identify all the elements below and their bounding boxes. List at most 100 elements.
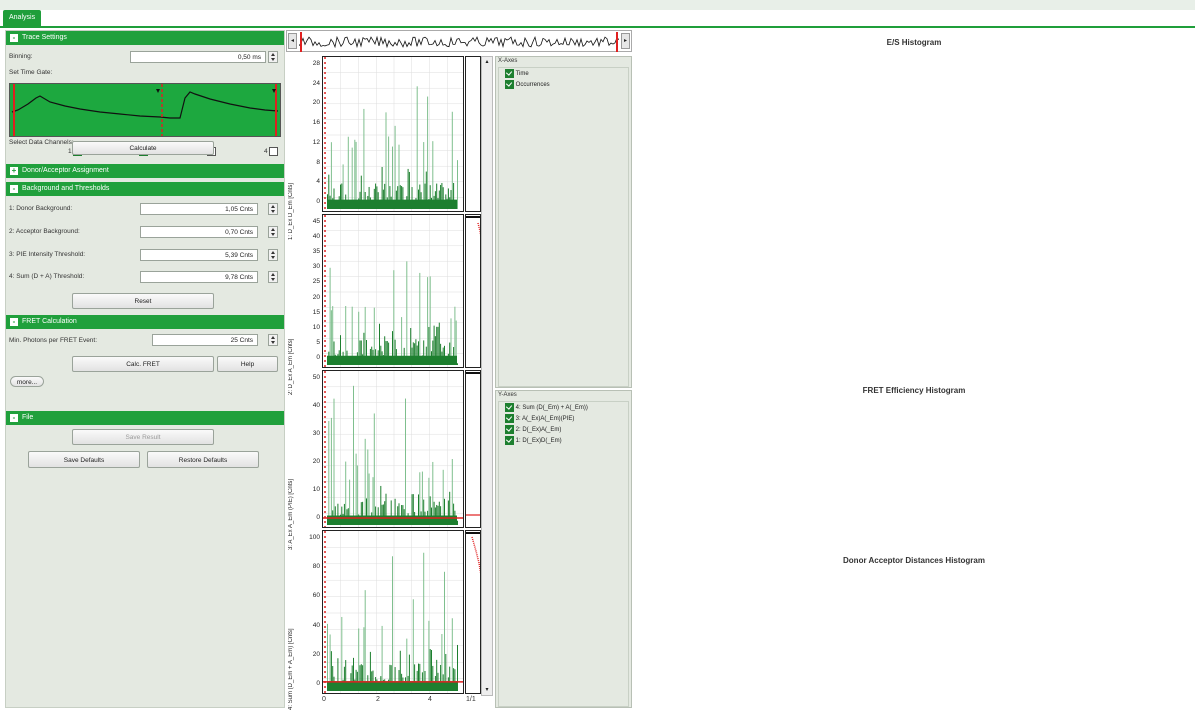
sum-threshold-spinner[interactable] <box>268 271 278 283</box>
acceptor-background-spinner[interactable] <box>268 226 278 238</box>
more-button[interactable]: more... <box>10 376 44 387</box>
y-axes-header: Y-Axes <box>498 392 517 398</box>
subplot-3-ylabel: 3: A_Ex A_Em (PIE) [Cnts] <box>288 478 294 550</box>
donor-background-label: 1: Donor Background: <box>9 205 73 212</box>
calc-fret-button[interactable]: Calc. FRET <box>72 356 214 372</box>
legend-scrollbar[interactable]: ▴ ▾ <box>481 56 493 696</box>
trace-bar <box>367 449 369 525</box>
save-defaults-button[interactable]: Save Defaults <box>28 451 140 468</box>
scroll-left-icon[interactable]: ◂ <box>288 33 297 49</box>
y-axis-donor[interactable]: 1: D(_Ex)D(_Em) <box>499 435 628 446</box>
donor-background-spinner[interactable] <box>268 203 278 215</box>
reset-button[interactable]: Reset <box>72 293 214 309</box>
background-thresholds-header[interactable]: - Background and Thresholds <box>6 182 284 196</box>
x-axis-time[interactable]: Time <box>499 68 628 79</box>
occurrence-plot-4[interactable] <box>465 530 481 694</box>
y-tick: 35 <box>312 248 320 256</box>
overview-trace <box>299 32 619 52</box>
scroll-up-icon[interactable]: ▴ <box>483 58 491 66</box>
collapse-icon[interactable]: - <box>10 414 18 422</box>
x-axes-panel: X-Axes Time Occurrences <box>495 56 632 388</box>
y-axis-pie[interactable]: 3: A(_Ex)A(_Em)(PIE) <box>499 413 628 424</box>
min-photons-field[interactable]: 25 Cnts <box>152 334 258 346</box>
sum-threshold-label: 4: Sum (D + A) Threshold: <box>9 273 85 280</box>
fret-calculation-header[interactable]: - FRET Calculation <box>6 315 284 329</box>
y-tick: 4 <box>316 178 320 186</box>
trace-bar <box>416 86 418 209</box>
occurrence-plot-1[interactable] <box>465 56 481 212</box>
collapse-icon[interactable]: - <box>10 318 18 326</box>
subplot-4-ylabel: 4: Sum (D_Em + A_Em) [Cnts] <box>288 628 294 710</box>
y-tick: 24 <box>312 79 320 87</box>
y-tick: 40 <box>312 621 320 629</box>
x-tick-4: 4 <box>428 696 432 703</box>
trace-bar <box>432 141 434 209</box>
pie-threshold-field[interactable]: 5,39 Cnts <box>140 249 258 261</box>
y-tick: 20 <box>312 99 320 107</box>
subplot-acceptor[interactable] <box>322 214 464 368</box>
subplot-sum[interactable] <box>322 530 464 694</box>
min-photons-spinner[interactable] <box>268 334 278 346</box>
sum-threshold-field[interactable]: 9,78 Cnts <box>140 271 258 283</box>
y-tick: 0 <box>316 514 320 521</box>
time-gate-trace[interactable] <box>9 83 281 137</box>
binning-spinner[interactable] <box>268 51 278 63</box>
y-axis-acceptor[interactable]: 2: D(_Ex)A(_Em) <box>499 424 628 435</box>
y-tick: 28 <box>312 60 320 67</box>
binning-field[interactable]: 0,50 ms <box>130 51 266 63</box>
trace-bar <box>327 623 328 691</box>
acceptor-checkbox[interactable] <box>505 425 514 434</box>
trace-bar <box>427 96 429 209</box>
trace-bars <box>323 215 463 367</box>
pie-checkbox[interactable] <box>505 414 514 423</box>
trace-bar <box>394 125 396 209</box>
subplot-donor[interactable] <box>322 56 464 212</box>
pie-threshold-spinner[interactable] <box>268 249 278 261</box>
trace-bar <box>392 556 393 691</box>
y-tick: 5 <box>316 338 320 346</box>
scroll-right-icon[interactable]: ▸ <box>621 33 630 49</box>
donor-background-field[interactable]: 1,05 Cnts <box>140 203 258 215</box>
occurrence-plot-3[interactable] <box>465 370 481 528</box>
expand-icon[interactable]: + <box>10 167 18 175</box>
occurrence-plot-2[interactable] <box>465 214 481 368</box>
trace-plot-area: ◂ ▸ 1: D_Ex D_Em [Cnts] 2: D_Ex A_Em [Cn… <box>286 30 632 710</box>
channel-4[interactable]: 4 <box>264 147 278 156</box>
es-histogram-title: E/S Histogram <box>886 38 942 47</box>
file-header[interactable]: - File <box>6 411 284 425</box>
y-tick: 30 <box>312 263 320 271</box>
channel-4-checkbox[interactable] <box>268 147 278 156</box>
acceptor-background-field[interactable]: 0,70 Cnts <box>140 226 258 238</box>
donor-acceptor-header[interactable]: + Donor/Acceptor Assignment <box>6 164 284 178</box>
y-tick: 30 <box>312 430 320 437</box>
trace-settings-header[interactable]: - Trace Settings <box>6 31 284 45</box>
tab-analysis[interactable]: Analysis <box>3 10 42 26</box>
x-axis-occurrences[interactable]: Occurrences <box>499 79 628 90</box>
save-result-button[interactable]: Save Result <box>72 429 214 445</box>
sum-checkbox[interactable] <box>505 403 514 412</box>
y-tick: 8 <box>316 158 320 166</box>
collapse-icon[interactable]: - <box>10 34 18 42</box>
trace-bar <box>345 461 347 525</box>
scroll-down-icon[interactable]: ▾ <box>483 686 491 694</box>
collapse-icon[interactable]: - <box>10 185 18 193</box>
y-tick: 60 <box>312 592 320 600</box>
donor-checkbox[interactable] <box>505 436 514 445</box>
restore-defaults-button[interactable]: Restore Defaults <box>147 451 259 468</box>
calculate-button[interactable]: Calculate <box>72 141 214 155</box>
trace-bar <box>406 261 408 365</box>
help-button[interactable]: Help <box>217 356 278 372</box>
occurrences-checkbox[interactable] <box>505 80 514 89</box>
trace-bar <box>457 520 458 525</box>
y-tick: 40 <box>312 233 320 241</box>
overview-scrollbar[interactable]: ◂ ▸ <box>286 30 632 52</box>
time-checkbox[interactable] <box>505 69 514 78</box>
trace-bar <box>330 142 332 209</box>
subplot-pie[interactable] <box>322 370 464 528</box>
y-axis-sum[interactable]: 4: Sum (D(_Em) + A(_Em)) <box>499 402 628 413</box>
trace-bar <box>385 112 387 209</box>
trace-bar <box>444 571 445 691</box>
trace-bar <box>451 111 453 209</box>
trace-bar <box>405 398 406 525</box>
trace-bar <box>419 272 421 365</box>
